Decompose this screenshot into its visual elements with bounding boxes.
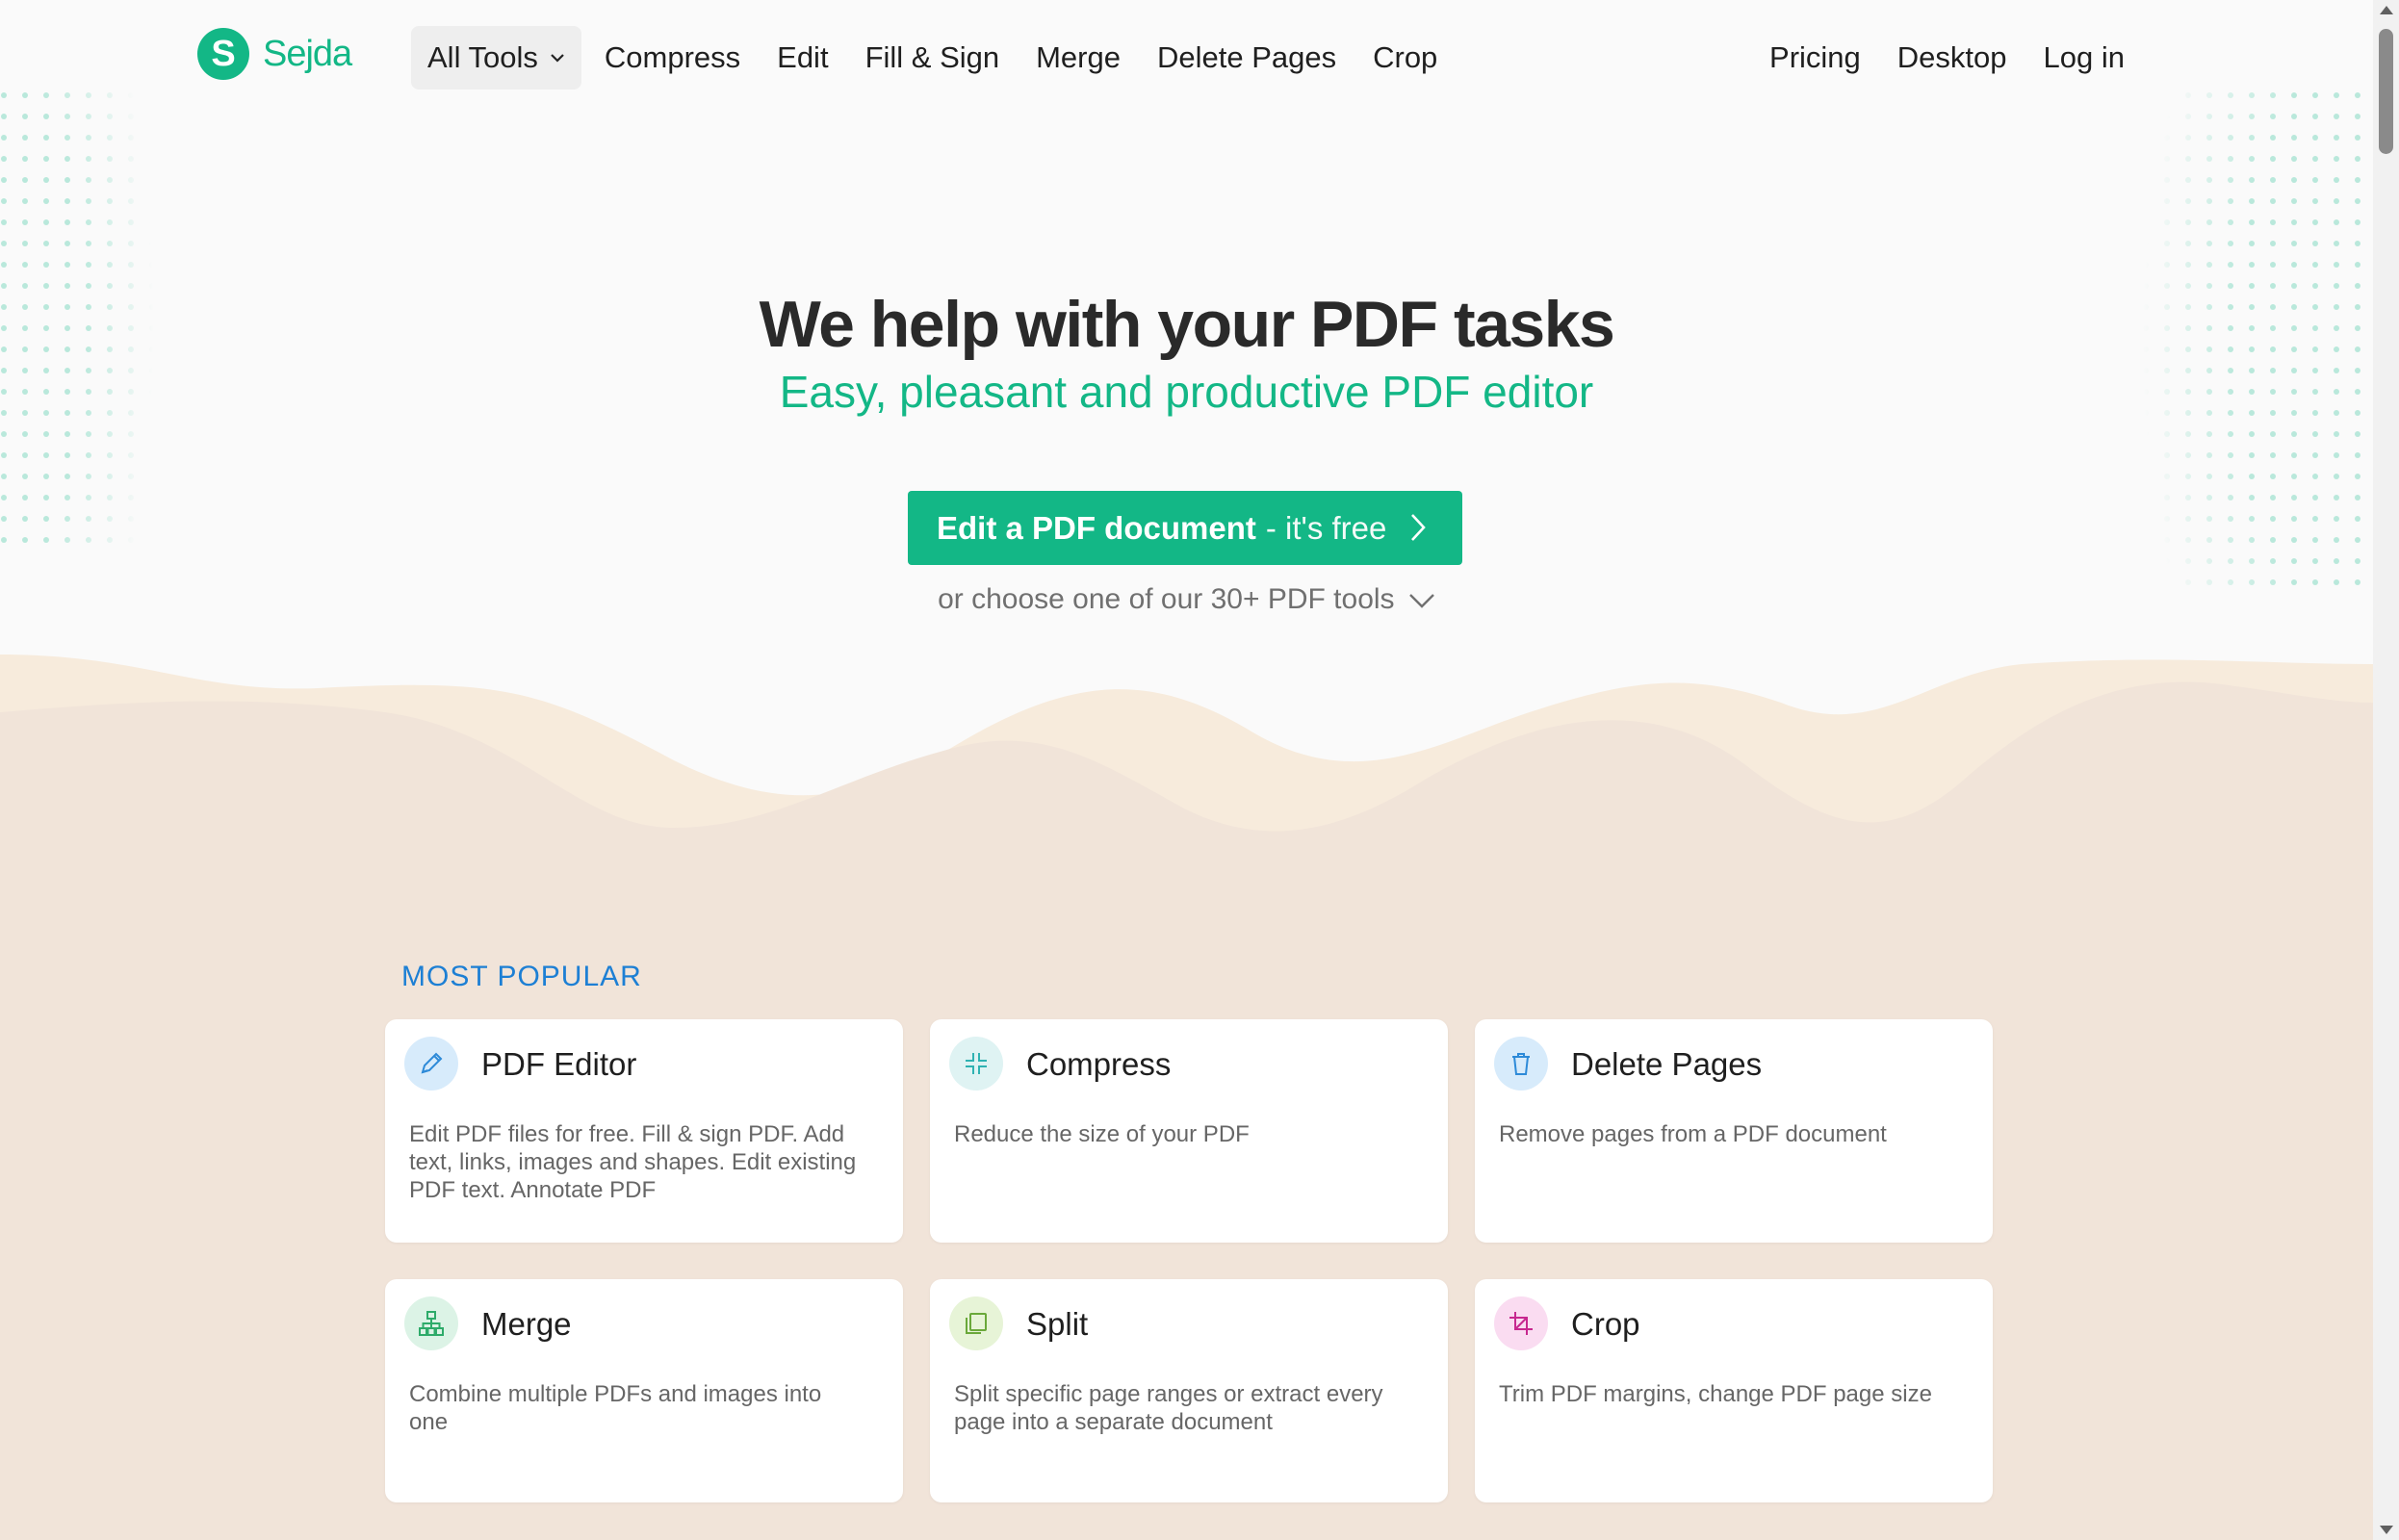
choose-tools-text: or choose one of our 30+ PDF tools [938,583,1395,615]
nav-link-compress[interactable]: Compress [589,26,756,90]
tool-card-title: Delete Pages [1571,1046,1763,1082]
tool-card-description: Reduce the size of your PDF [954,1121,1250,1147]
chevron-right-icon [1411,514,1426,541]
page-scrollbar[interactable] [2373,0,2399,1540]
main-nav: All Tools Compress Edit Fill & Sign Merg… [411,26,1458,90]
pencil-icon [404,1037,458,1091]
hero-title: We help with your PDF tasks [759,288,1615,361]
nav-link-login[interactable]: Log in [2028,26,2140,90]
cta-strong-text: Edit a PDF document [937,509,1256,546]
merge-icon [404,1296,458,1350]
all-tools-label: All Tools [427,40,538,74]
account-nav: Pricing Desktop Log in [1748,26,2140,90]
compress-icon [949,1037,1003,1091]
page: S Sejda All Tools Compress Edit Fill & S… [0,0,2373,1540]
trash-icon [1494,1037,1548,1091]
tool-card-pdf-editor[interactable]: PDF Editor Edit PDF files for free. Fill… [385,1019,903,1243]
tool-card-description: Combine multiple PDFs and images into on… [409,1381,822,1435]
nav-link-edit[interactable]: Edit [761,26,843,90]
logo-mark: S [197,28,249,80]
hero-subtitle: Easy, pleasant and productive PDF editor [779,367,1594,417]
chevron-down-icon [1409,594,1434,608]
scroll-down-arrow-icon[interactable] [2380,1526,2393,1534]
nav-link-pricing[interactable]: Pricing [1754,26,1876,90]
cta-free-text: - it's free [1265,509,1387,546]
crop-icon [1494,1296,1548,1350]
nav-link-merge[interactable]: Merge [1020,26,1136,90]
split-icon [949,1296,1003,1350]
tool-card-title: Merge [481,1306,572,1342]
tool-card-title: PDF Editor [481,1046,637,1082]
sejda-logo[interactable]: S Sejda [197,28,352,80]
choose-tools-toggle[interactable]: or choose one of our 30+ PDF tools [0,583,2373,616]
tool-card-description: Split specific page ranges or extract ev… [954,1381,1383,1435]
all-tools-dropdown[interactable]: All Tools [411,26,581,90]
tool-card-title: Compress [1026,1046,1172,1082]
nav-link-fill-sign[interactable]: Fill & Sign [850,26,1016,90]
edit-pdf-button[interactable]: Edit a PDF document - it's free [908,491,1462,565]
tool-card-description: Remove pages from a PDF document [1499,1121,1887,1147]
tool-card-description: Edit PDF files for free. Fill & sign PDF… [409,1121,857,1203]
scroll-up-arrow-icon[interactable] [2380,6,2393,14]
tool-card-description: Trim PDF margins, change PDF page size [1499,1381,1932,1407]
tool-card-title: Split [1026,1306,1089,1342]
nav-link-delete-pages[interactable]: Delete Pages [1142,26,1352,90]
most-popular-heading: MOST POPULAR [401,961,642,992]
tool-card-delete-pages[interactable]: Delete Pages Remove pages from a PDF doc… [1475,1019,1993,1243]
tool-card-split[interactable]: Split Split specific page ranges or extr… [930,1279,1448,1502]
scrollbar-thumb[interactable] [2379,29,2393,154]
tool-card-title: Crop [1571,1306,1640,1342]
tool-card-compress[interactable]: Compress Reduce the size of your PDF [930,1019,1448,1243]
logo-text: Sejda [263,33,352,74]
top-navigation: S Sejda All Tools Compress Edit Fill & S… [0,0,2373,108]
nav-link-desktop[interactable]: Desktop [1882,26,2023,90]
tool-card-crop[interactable]: Crop Trim PDF margins, change PDF page s… [1475,1279,1993,1502]
nav-link-crop[interactable]: Crop [1357,26,1453,90]
chevron-down-icon [551,54,564,63]
tool-card-merge[interactable]: Merge Combine multiple PDFs and images i… [385,1279,903,1502]
